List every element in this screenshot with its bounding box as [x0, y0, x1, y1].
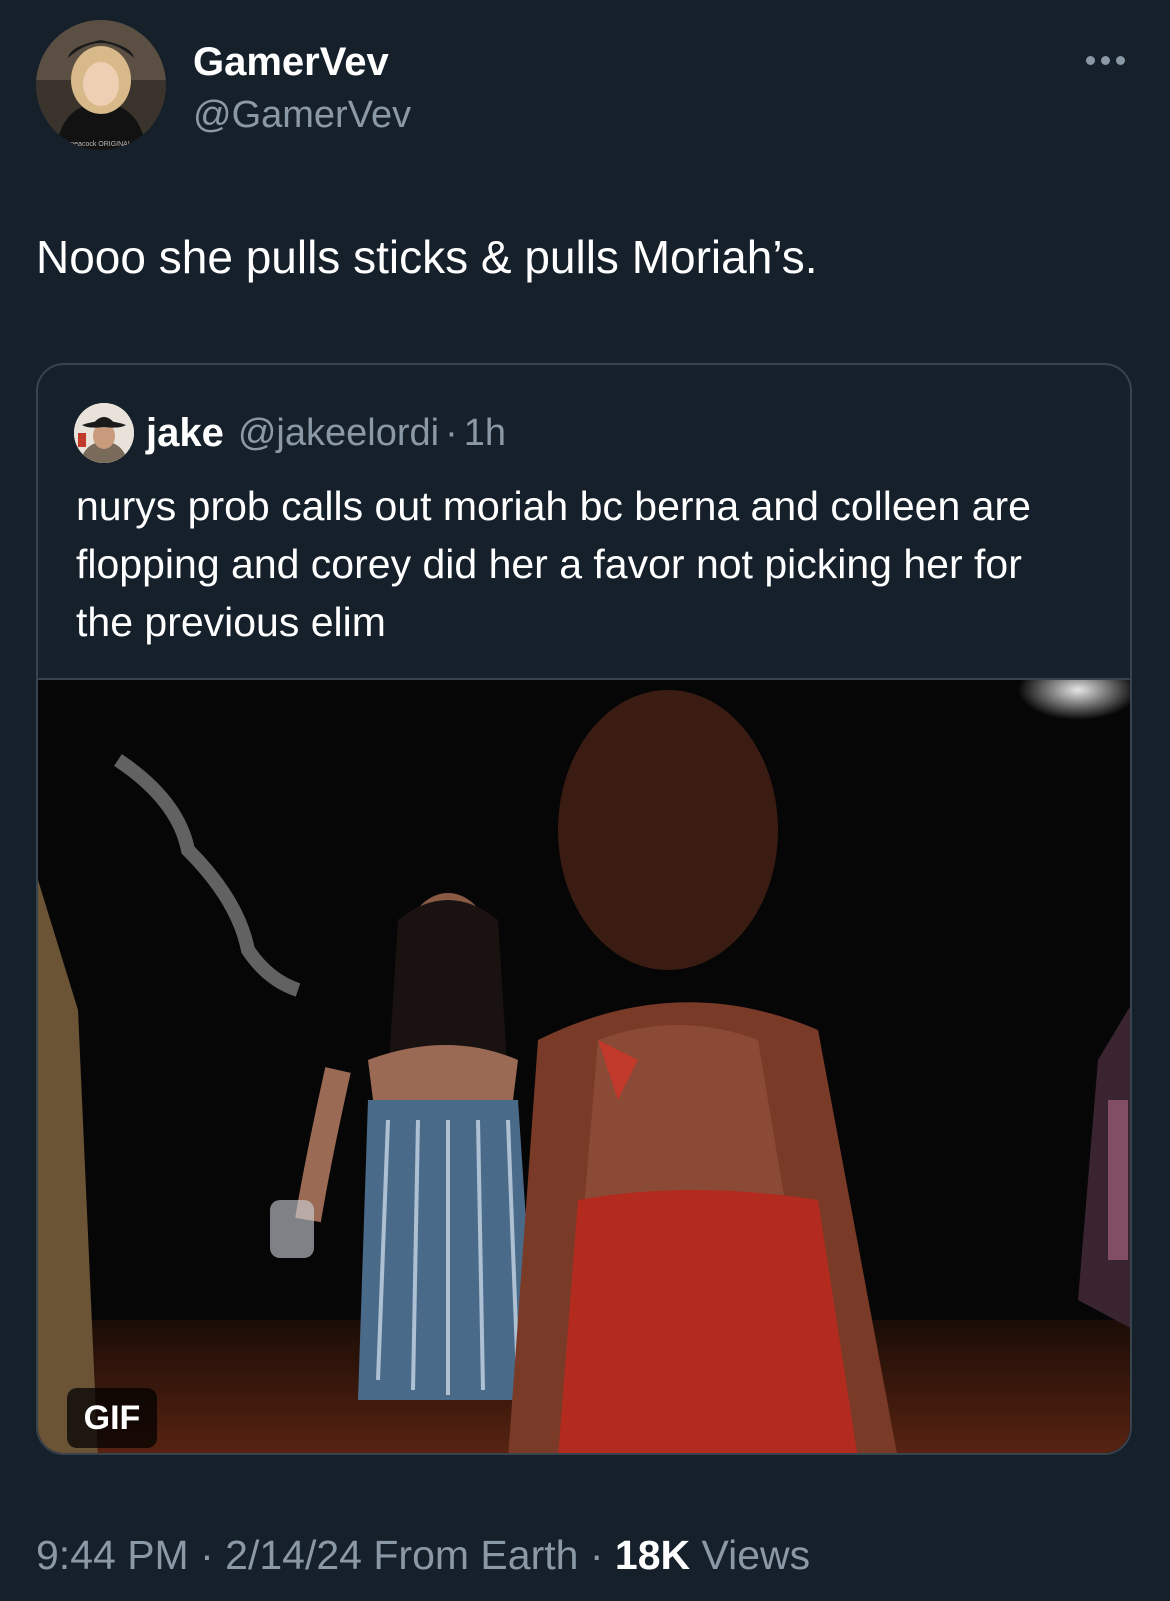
quoted-avatar-image	[74, 403, 134, 463]
quoted-author-avatar[interactable]	[74, 403, 134, 463]
quoted-tweet-text: nurys prob calls out moriah bc berna and…	[76, 483, 1031, 645]
more-icon-dot	[1115, 55, 1125, 65]
quoted-timestamp[interactable]: 1h	[464, 412, 506, 455]
quoted-tweet-header: jake @jakeelordi · 1h	[146, 407, 506, 459]
views-label[interactable]: Views	[702, 1532, 811, 1578]
gif-badge: GIF	[67, 1388, 157, 1448]
quoted-tweet-card[interactable]: jake @jakeelordi · 1h nurys prob calls o…	[36, 363, 1132, 1455]
quoted-author-handle[interactable]: @jakeelordi	[238, 412, 439, 455]
views-count[interactable]: 18K	[615, 1532, 690, 1578]
avatar-image: peacock ORIGINAL	[36, 20, 166, 150]
gif-frame-image	[38, 680, 1130, 1453]
tweet-time[interactable]: 9:44 PM	[36, 1532, 189, 1578]
svg-text:peacock ORIGINAL: peacock ORIGINAL	[70, 141, 132, 148]
quoted-tweet-gif[interactable]: GIF	[38, 678, 1130, 1453]
more-options-button[interactable]	[1080, 44, 1130, 76]
more-icon-dot	[1100, 55, 1110, 65]
tweet-date[interactable]: 2/14/24	[225, 1532, 362, 1578]
tweet-source: From Earth	[373, 1532, 579, 1578]
tweet-text: Nooo she pulls sticks & pulls Moriah’s.	[36, 231, 818, 283]
author-handle[interactable]: @GamerVev	[193, 92, 411, 138]
tweet-meta: 9:44 PM · 2/14/24 From Earth · 18K Views	[36, 1528, 810, 1582]
quoted-author-display-name[interactable]: jake	[146, 411, 224, 456]
quoted-separator: ·	[445, 411, 458, 454]
more-icon	[1085, 55, 1095, 65]
author-avatar[interactable]: peacock ORIGINAL	[36, 20, 166, 150]
meta-separator: ·	[589, 1532, 604, 1578]
meta-separator: ·	[200, 1532, 214, 1578]
author-display-name[interactable]: GamerVev	[193, 38, 389, 86]
